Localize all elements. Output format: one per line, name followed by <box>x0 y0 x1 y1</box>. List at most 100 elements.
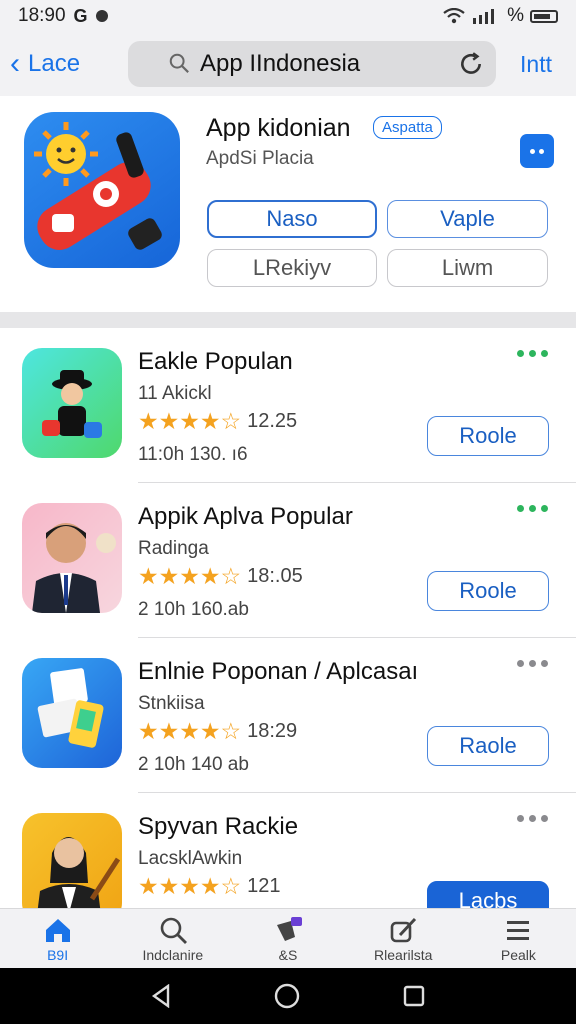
tab-menu[interactable]: Pealk <box>461 909 576 968</box>
navigation-bar: ‹ Lace App IIndonesia Intt <box>0 32 576 96</box>
nav-right-button[interactable]: Intt <box>520 51 566 78</box>
app-meta: 2 10h 160.ab <box>138 599 249 620</box>
home-icon <box>45 918 70 942</box>
tab-label: Indclanire <box>142 946 204 963</box>
section-separator <box>0 312 576 328</box>
action-button-1[interactable]: Naso <box>207 200 377 238</box>
app-meta: 2 10h 140 ab <box>138 754 249 775</box>
app-title: Spyvan Rackie <box>138 813 299 840</box>
rating-value: 12.25 <box>247 410 298 432</box>
signal-icon <box>473 9 495 24</box>
tab-label: B9I <box>47 946 69 963</box>
tab-bar: B9I Indclanire &S Rlearilsta Pealk <box>0 908 576 968</box>
tab-search[interactable]: Indclanire <box>115 909 230 968</box>
star-icon: ★ <box>179 718 200 744</box>
list-item[interactable]: Enlnie Poponan / Aplcasaı Stnkiisa ★ ★ ★ ★ ☆… <box>0 638 576 793</box>
list-item[interactable]: Appik Aplva Popular Radinga ★ ★ ★ ★ ☆ 18:.05… <box>0 483 576 638</box>
more-dots-icon[interactable] <box>517 660 548 667</box>
system-navigation-bar <box>0 968 576 1024</box>
featured-app-icon[interactable] <box>24 112 180 268</box>
more-options-button[interactable] <box>520 134 554 168</box>
wifi-icon <box>443 8 465 24</box>
app-subtitle: LacsklAwkin <box>138 848 243 869</box>
back-triangle-icon[interactable] <box>150 984 172 1008</box>
tab-edit[interactable]: Rlearilsta <box>346 909 461 968</box>
star-icon: ★ <box>138 563 159 589</box>
rating: ★ ★ ★ ★ ☆ 18:.05 <box>138 565 303 588</box>
star-outline-icon: ☆ <box>220 408 242 434</box>
featured-app-badge: Aspatta <box>373 116 442 139</box>
search-icon <box>160 917 187 944</box>
get-button[interactable]: Raole <box>427 726 549 766</box>
featured-app: App kidonian Aspatta ApdSi Placia Naso V… <box>0 96 576 312</box>
games-icon <box>277 916 302 941</box>
tab-label: &S <box>278 946 298 963</box>
more-dots-icon[interactable] <box>517 350 548 357</box>
action-button-3[interactable]: LRekiyv <box>207 249 377 287</box>
status-time: 18:90 <box>18 5 66 26</box>
action-button-2[interactable]: Vaple <box>387 200 548 238</box>
app-subtitle: 11 Akickl <box>138 383 212 404</box>
back-button[interactable]: ‹ Lace <box>10 49 128 79</box>
star-icon: ★ <box>138 718 159 744</box>
rating-value: 18:.05 <box>247 565 303 587</box>
star-icon: ★ <box>179 873 200 899</box>
app-icon <box>22 813 122 908</box>
star-outline-icon: ☆ <box>220 873 242 899</box>
battery-icon <box>530 9 558 23</box>
star-outline-icon: ☆ <box>220 563 242 589</box>
recents-square-icon[interactable] <box>402 984 426 1008</box>
tab-home[interactable]: B9I <box>0 909 115 968</box>
list-item[interactable]: Spyvan Rackie LacsklAwkin ★ ★ ★ ★ ☆ 121 Lacb… <box>0 793 576 908</box>
star-icon: ★ <box>158 718 180 744</box>
search-icon <box>169 53 189 73</box>
star-icon: ★ <box>199 408 221 434</box>
star-icon: ★ <box>158 873 180 899</box>
sun-icon <box>34 122 98 186</box>
rating: ★ ★ ★ ★ ☆ 18:29 <box>138 720 297 743</box>
rating-value: 18:29 <box>247 720 298 742</box>
featured-app-title: App kidonian <box>206 114 351 142</box>
tab-games[interactable]: &S <box>230 909 345 968</box>
get-button[interactable]: Roole <box>427 571 549 611</box>
star-icon: ★ <box>199 563 221 589</box>
app-title: Appik Aplva Popular <box>138 503 353 530</box>
search-text: App IIndonesia <box>200 50 361 77</box>
star-icon: ★ <box>158 408 180 434</box>
tab-label: Rlearilsta <box>374 946 433 963</box>
chevron-left-icon: ‹ <box>10 47 20 80</box>
get-button[interactable]: Lacbs <box>427 881 549 908</box>
star-icon: ★ <box>179 563 200 589</box>
search-field[interactable]: App IIndonesia <box>128 41 496 87</box>
app-icon <box>22 658 122 768</box>
battery-percent: % <box>507 5 524 26</box>
app-subtitle: Stnkiisa <box>138 693 205 714</box>
star-icon: ★ <box>138 408 159 434</box>
menu-icon <box>507 920 530 940</box>
notification-dot-icon <box>95 10 108 22</box>
star-icon: ★ <box>199 873 221 899</box>
star-outline-icon: ☆ <box>220 718 242 744</box>
list-item[interactable]: Eakle Populan 11 Akickl ★ ★ ★ ★ ☆ 12.25 11:0… <box>0 328 576 483</box>
app-title: Eakle Populan <box>138 348 293 375</box>
home-circle-icon[interactable] <box>273 982 301 1010</box>
edit-icon <box>390 917 417 942</box>
refresh-icon[interactable] <box>458 51 484 77</box>
more-dots-icon[interactable] <box>517 505 548 512</box>
rating-value: 121 <box>247 875 281 897</box>
app-icon <box>22 503 122 613</box>
app-title: Enlnie Poponan / Aplcasaı <box>138 658 419 685</box>
more-dots-icon[interactable] <box>517 815 548 822</box>
star-icon: ★ <box>158 563 180 589</box>
rating: ★ ★ ★ ★ ☆ 121 <box>138 875 281 898</box>
app-list: Eakle Populan 11 Akickl ★ ★ ★ ★ ☆ 12.25 11:0… <box>0 328 576 908</box>
back-label: Lace <box>28 50 81 77</box>
app-subtitle: Radinga <box>138 538 209 559</box>
google-icon: G <box>73 5 88 26</box>
status-bar: 18:90 G % <box>0 0 576 32</box>
action-button-4[interactable]: Liwm <box>387 249 548 287</box>
rating: ★ ★ ★ ★ ☆ 12.25 <box>138 410 297 433</box>
star-icon: ★ <box>138 873 159 899</box>
star-icon: ★ <box>199 718 221 744</box>
get-button[interactable]: Roole <box>427 416 549 456</box>
